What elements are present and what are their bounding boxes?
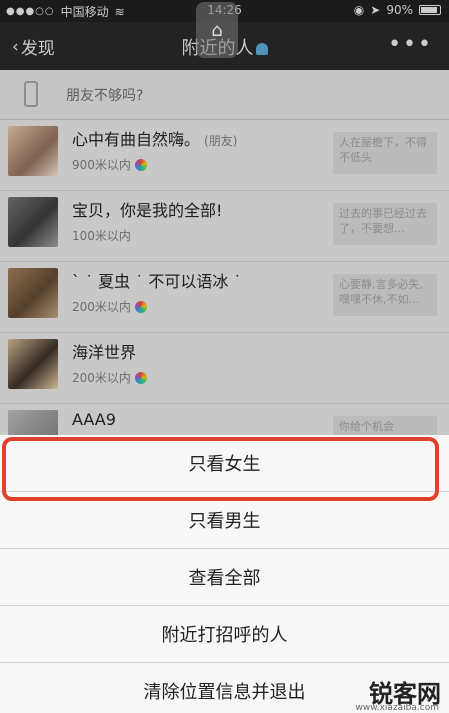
watermark-url: www.xiazaiba.com: [355, 703, 439, 713]
home-icon[interactable]: ⌂: [196, 2, 238, 58]
only-female-button[interactable]: 只看女生: [0, 435, 449, 492]
view-all-button[interactable]: 查看全部: [0, 549, 449, 606]
nearby-greetings-button[interactable]: 附近打招呼的人: [0, 606, 449, 663]
action-sheet: 只看女生 只看男生 查看全部 附近打招呼的人 清除位置信息并退出: [0, 435, 449, 713]
only-male-button[interactable]: 只看男生: [0, 492, 449, 549]
